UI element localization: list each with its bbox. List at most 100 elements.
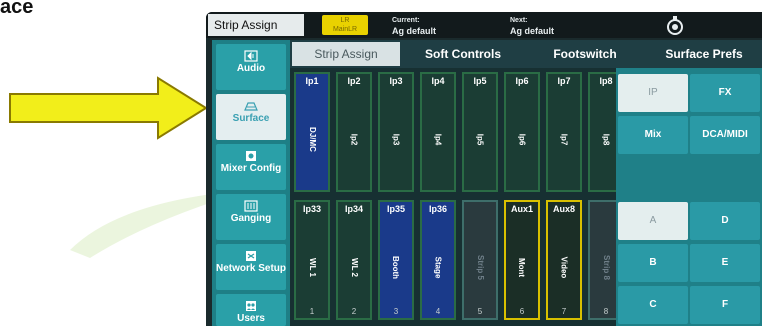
strip-name: Video xyxy=(559,256,569,278)
strip-source: Ip3 xyxy=(389,76,403,86)
strip-bottom-4[interactable]: Ip36 Stage 4 xyxy=(420,200,456,320)
nav-users-label: Users xyxy=(237,313,265,324)
strip-source: Ip35 xyxy=(386,204,405,214)
ganging-icon xyxy=(244,200,258,212)
strip-number: 7 xyxy=(561,307,567,316)
nav-users[interactable]: Users xyxy=(216,294,286,326)
layer-button-e[interactable]: E xyxy=(690,244,760,282)
nav-surface[interactable]: Surface xyxy=(216,94,286,140)
strip-source: Ip36 xyxy=(428,204,447,214)
side-navigation: Audio Surface Mixer Config Ganging Netwo… xyxy=(212,40,290,326)
strip-source: Ip6 xyxy=(515,76,529,86)
strip-name: Ip4 xyxy=(433,133,443,145)
strip-name: Booth xyxy=(391,255,401,279)
tab-surface-prefs[interactable]: Surface Prefs xyxy=(646,42,762,66)
next-scene-label: Next: xyxy=(510,17,528,24)
strip-source: Ip2 xyxy=(347,76,361,86)
surface-icon xyxy=(244,102,258,111)
strip-source: Aux8 xyxy=(552,204,575,214)
strip-source: Ip1 xyxy=(305,76,319,86)
nav-mixer-config-label: Mixer Config xyxy=(220,163,282,174)
strip-name: Ip8 xyxy=(601,133,611,145)
strip-name: Ip6 xyxy=(517,133,527,145)
layer-button-a[interactable]: A xyxy=(618,202,688,240)
strip-top-3[interactable]: Ip3 Ip3 xyxy=(378,72,414,192)
strip-name: DJ/MC xyxy=(307,126,317,152)
header-bar: Strip Assign LR MainLR Current: Ag defau… xyxy=(206,12,762,38)
strip-bottom-5[interactable]: Strip 5 5 xyxy=(462,200,498,320)
strip-number: 1 xyxy=(309,307,315,316)
mix-badge[interactable]: LR MainLR xyxy=(322,15,368,35)
strip-source: Ip5 xyxy=(473,76,487,86)
strip-number: 2 xyxy=(351,307,357,316)
nav-network-setup-label: Network Setup xyxy=(216,263,287,274)
strip-top-7[interactable]: Ip7 Ip7 xyxy=(546,72,582,192)
users-icon xyxy=(246,301,256,311)
tab-strip-assign[interactable]: Strip Assign xyxy=(292,42,400,66)
strip-number: 3 xyxy=(393,307,399,316)
strip-bottom-3[interactable]: Ip35 Booth 3 xyxy=(378,200,414,320)
yellow-arrow-icon xyxy=(9,76,208,140)
mix-badge-line1: LR xyxy=(340,17,350,24)
nav-audio-label: Audio xyxy=(236,63,266,74)
strip-number: 5 xyxy=(477,307,483,316)
strip-source: Ip33 xyxy=(302,204,321,214)
current-scene: Current: Ag default xyxy=(392,16,436,36)
nav-network-setup[interactable]: Network Setup xyxy=(216,244,286,290)
layer-button-fx[interactable]: FX xyxy=(690,74,760,112)
strip-source: Ip4 xyxy=(431,76,445,86)
network-icon xyxy=(246,251,256,261)
tab-bar: Strip Assign Soft Controls Footswitch Su… xyxy=(290,40,762,68)
layer-button-mix[interactable]: Mix xyxy=(618,116,688,154)
settings-dial-icon[interactable] xyxy=(664,15,686,37)
nav-ganging-label: Ganging xyxy=(230,213,272,224)
layer-button-f[interactable]: F xyxy=(690,286,760,324)
strip-bottom-1[interactable]: Ip33 WL 1 1 xyxy=(294,200,330,320)
mix-badge-line2: MainLR xyxy=(332,26,358,33)
strip-name: Ip3 xyxy=(391,133,401,145)
nav-ganging[interactable]: Ganging xyxy=(216,194,286,240)
layer-button-c[interactable]: C xyxy=(618,286,688,324)
nav-mixer-config[interactable]: Mixer Config xyxy=(216,144,286,190)
strip-name: Mont xyxy=(517,257,527,277)
next-scene-value: Ag default xyxy=(510,26,554,36)
current-scene-label: Current: xyxy=(392,17,420,24)
strip-top-2[interactable]: Ip2 Ip2 xyxy=(336,72,372,192)
nav-audio[interactable]: Audio xyxy=(216,44,286,90)
strip-source: Ip34 xyxy=(344,204,363,214)
strip-top-6[interactable]: Ip6 Ip6 xyxy=(504,72,540,192)
strip-name: Strip 5 xyxy=(475,254,485,280)
strip-bottom-2[interactable]: Ip34 WL 2 2 xyxy=(336,200,372,320)
strip-name: WL 1 xyxy=(307,257,317,277)
layer-buttons-panel: IP FX Mix DCA/MIDI A D B E C F xyxy=(616,68,762,326)
strip-source: Aux1 xyxy=(510,204,533,214)
audio-icon xyxy=(244,50,258,62)
current-scene-value: Ag default xyxy=(392,26,436,36)
strip-name: Ip2 xyxy=(349,133,359,145)
strip-number: 6 xyxy=(519,307,525,316)
strip-source: Ip7 xyxy=(557,76,571,86)
strip-top-4[interactable]: Ip4 Ip4 xyxy=(420,72,456,192)
tab-footswitch[interactable]: Footswitch xyxy=(526,42,644,66)
next-scene: Next: Ag default xyxy=(510,16,554,36)
strip-assign-grid: Ip1 DJ/MC Ip2 Ip2 Ip3 Ip3 Ip4 Ip4 Ip5 Ip… xyxy=(290,68,624,326)
strip-name: Ip5 xyxy=(475,133,485,145)
strip-name: Ip7 xyxy=(559,133,569,145)
layer-button-d[interactable]: D xyxy=(690,202,760,240)
strip-top-1[interactable]: Ip1 DJ/MC xyxy=(294,72,330,192)
screen-title: Strip Assign xyxy=(208,14,304,36)
strip-name: Strip 8 xyxy=(601,254,611,280)
strip-bottom-6[interactable]: Aux1 Mont 6 xyxy=(504,200,540,320)
layer-button-ip[interactable]: IP xyxy=(618,74,688,112)
strip-number: 4 xyxy=(435,307,441,316)
mixer-config-icon xyxy=(246,151,256,161)
layer-button-dca-midi[interactable]: DCA/MIDI xyxy=(690,116,760,154)
tab-soft-controls[interactable]: Soft Controls xyxy=(402,42,524,66)
strip-name: WL 2 xyxy=(349,257,359,277)
strip-bottom-7[interactable]: Aux8 Video 7 xyxy=(546,200,582,320)
strip-name: Stage xyxy=(433,256,443,278)
mixer-screen: Strip Assign LR MainLR Current: Ag defau… xyxy=(206,12,762,326)
nav-surface-label: Surface xyxy=(232,113,270,124)
strip-top-5[interactable]: Ip5 Ip5 xyxy=(462,72,498,192)
layer-button-b[interactable]: B xyxy=(618,244,688,282)
